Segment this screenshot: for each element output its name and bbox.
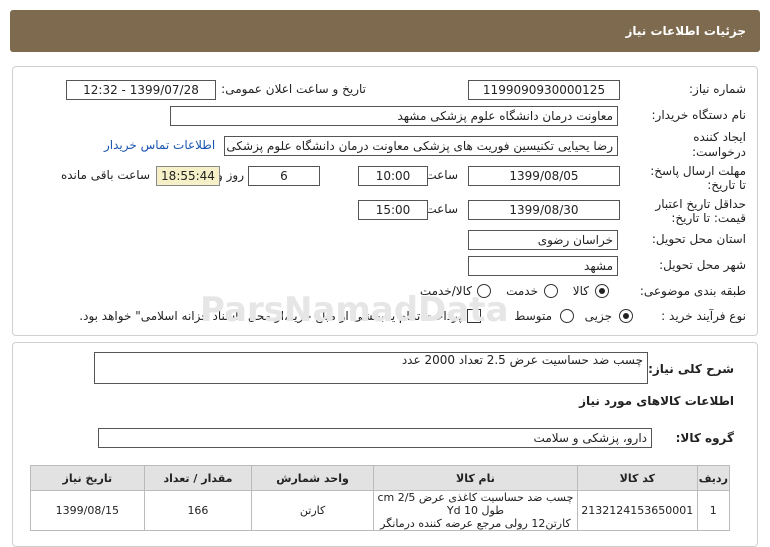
cell-name-line1: چسب ضد حساسیت کاغذی عرض cm 2/5 طول Yd 10 (377, 491, 574, 517)
process-minor-radio[interactable] (619, 309, 633, 323)
buyer-label: نام دستگاه خریدار: (651, 108, 747, 122)
process-minor-label: جزیی (584, 309, 612, 323)
validity-time-label: ساعت (425, 202, 458, 216)
col-date: تاریخ نیاز (30, 465, 145, 491)
cell-code: 2132124153650001 (576, 490, 698, 531)
goods-table: ردیف کد کالا نام کالا واحد شمارش مقدار /… (30, 465, 731, 531)
cell-row: 1 (696, 490, 731, 531)
col-row: ردیف (696, 465, 731, 491)
announce-label: تاریخ و ساعت اعلان عمومی: (221, 82, 366, 96)
page-title: جزئیات اطلاعات نیاز (625, 24, 746, 38)
summary-label: شرح کلی نیاز: (648, 362, 734, 376)
announce-datetime-field: 1399/07/28 - 12:32 (66, 80, 216, 100)
cell-name: چسب ضد حساسیت کاغذی عرض cm 2/5 طول Yd 10… (372, 490, 578, 531)
process-medium-radio[interactable] (560, 309, 574, 323)
category-both-radio[interactable] (477, 284, 491, 298)
goods-table-header: ردیف کد کالا نام کالا واحد شمارش مقدار /… (30, 465, 731, 491)
category-label: طبقه بندی موضوعی: (639, 284, 746, 298)
province-field: خراسان رضوی (468, 230, 618, 250)
remaining-time-field: 18:55:44 (156, 166, 220, 186)
category-both-label: کالا/خدمت (419, 284, 472, 298)
cell-qty: 166 (143, 490, 253, 531)
need-number-field: 1199090930000125 (468, 80, 620, 100)
process-medium-label: متوسط (514, 309, 552, 323)
validity-date-field: 1399/08/30 (468, 200, 620, 220)
deadline-time-field: 10:00 (358, 166, 428, 186)
goods-section-title: اطلاعات کالاهای مورد نیاز (579, 394, 734, 408)
city-field: مشهد (468, 256, 618, 276)
province-label: استان محل تحویل: (651, 232, 746, 246)
need-number-label: شماره نیاز: (689, 82, 746, 96)
creator-field: رضا یحیایی تکنیسین فوریت های پزشکی معاون… (224, 136, 618, 156)
deadline-label-2: تا تاریخ: (707, 178, 746, 192)
table-row: 1 2132124153650001 چسب ضد حساسیت کاغذی ع… (30, 490, 731, 531)
goods-group-label: گروه کالا: (675, 431, 734, 445)
buyer-contact-link[interactable]: اطلاعات تماس خریدار (104, 138, 215, 152)
remaining-time-label: ساعت باقی مانده (60, 168, 150, 182)
days-remaining-field: 6 (248, 166, 320, 186)
city-label: شهر محل تحویل: (659, 258, 746, 272)
summary-field: چسب ضد حساسیت عرض 2.5 تعداد 2000 عدد (94, 352, 648, 384)
category-goods-label: کالا (572, 284, 589, 298)
category-service-radio[interactable] (544, 284, 558, 298)
buyer-field: معاونت درمان دانشگاه علوم پزشکی مشهد (170, 106, 618, 126)
creator-label: ایجاد کننده (693, 130, 746, 144)
col-name: نام کالا (372, 465, 578, 491)
goods-group-field: دارو، پزشکی و سلامت (98, 428, 652, 448)
deadline-time-label: ساعت (425, 168, 458, 182)
col-qty: مقدار / تعداد (143, 465, 253, 491)
col-unit: واحد شمارش (251, 465, 374, 491)
page-header: جزئیات اطلاعات نیاز (10, 10, 760, 52)
deadline-label: مهلت ارسال پاسخ: (650, 164, 746, 178)
cell-date: 1399/08/15 (30, 490, 145, 531)
category-goods-radio[interactable] (595, 284, 609, 298)
validity-label-2: قیمت: تا تاریخ: (671, 211, 746, 225)
validity-label: حداقل تاریخ اعتبار (655, 197, 746, 211)
treasury-payment-note: پرداخت تمام یا بخشی از مبلغ خرید،از محل … (79, 309, 462, 323)
days-label: روز و (217, 168, 244, 182)
process-label: نوع فرآیند خرید : (661, 309, 746, 323)
category-service-label: خدمت (506, 284, 538, 298)
cell-unit: کارتن (251, 490, 374, 531)
creator-label-2: درخواست: (692, 145, 746, 159)
treasury-payment-checkbox[interactable] (467, 309, 481, 323)
col-code: کد کالا (576, 465, 698, 491)
validity-time-field: 15:00 (358, 200, 428, 220)
deadline-date-field: 1399/08/05 (468, 166, 620, 186)
cell-name-line2: کارتن12 رولی مرجع عرضه کننده درمانگر (380, 517, 571, 530)
